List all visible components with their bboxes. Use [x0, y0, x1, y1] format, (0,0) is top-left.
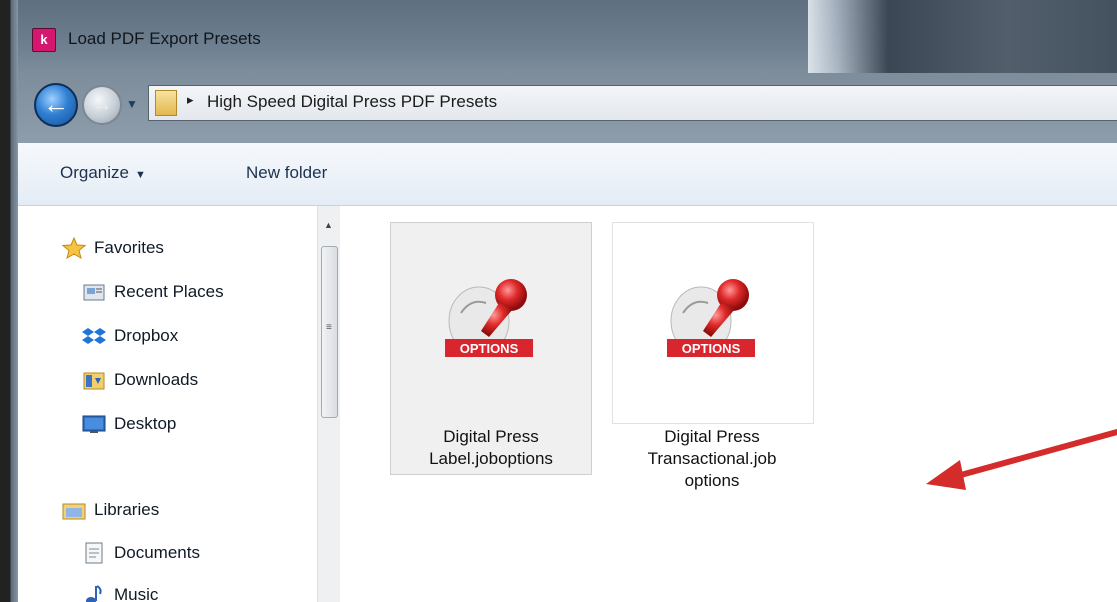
command-toolbar: Organize ▼ New folder	[18, 143, 1117, 206]
title-bar[interactable]: k Load PDF Export Presets	[18, 0, 1117, 160]
navigation-row: ← → ▼ ▸ High Speed Digital Press PDF Pre…	[18, 73, 1117, 143]
dropdown-caret-icon: ▼	[134, 169, 146, 181]
file-thumbnail: OPTIONS	[612, 222, 814, 424]
window-frame-left	[0, 0, 18, 602]
sidebar-group-libraries[interactable]: Libraries	[62, 499, 159, 521]
file-name: Digital Press Label.joboptions	[390, 422, 592, 475]
recent-places-icon	[82, 281, 106, 303]
recent-locations-dropdown[interactable]: ▼	[126, 97, 138, 111]
file-thumbnail: OPTIONS	[390, 222, 592, 424]
sidebar-item-music[interactable]: Music	[82, 584, 158, 602]
sidebar-item-desktop[interactable]: Desktop	[82, 413, 176, 435]
sidebar-item-label: Recent Places	[114, 282, 224, 301]
grip-icon: ≡	[326, 322, 332, 333]
forward-button[interactable]: →	[82, 85, 122, 125]
scroll-up-arrow-icon[interactable]: ▲	[324, 220, 333, 230]
file-item[interactable]: OPTIONS Digital Press Label.joboptions	[390, 222, 592, 492]
navigation-pane: Favorites Recent Places Dropbox Download…	[18, 206, 318, 602]
file-name-line: options	[684, 471, 740, 490]
libraries-label: Libraries	[94, 500, 160, 519]
file-name-line: Transactional.job	[647, 449, 777, 468]
star-icon	[62, 237, 86, 259]
load-pdf-export-presets-dialog: k Load PDF Export Presets ← → ▼ ▸ High S…	[0, 0, 1117, 602]
documents-icon	[82, 542, 106, 564]
annotation-arrow	[926, 429, 1117, 490]
indesign-app-icon: k	[32, 28, 56, 52]
sidebar-item-downloads[interactable]: Downloads	[82, 369, 198, 391]
file-name-line: Label.joboptions	[429, 449, 553, 468]
back-button[interactable]: ←	[34, 83, 78, 127]
sidebar-group-favorites[interactable]: Favorites	[62, 237, 164, 259]
folder-icon	[155, 90, 177, 116]
file-name-line: Digital Press	[443, 427, 539, 446]
sidebar-item-label: Documents	[114, 543, 200, 562]
file-name: Digital Press Transactional.job options	[612, 422, 812, 496]
organize-menu-button[interactable]: Organize ▼	[60, 163, 146, 183]
sidebar-item-label: Dropbox	[114, 326, 179, 345]
joboptions-file-icon: OPTIONS	[445, 279, 533, 357]
desktop-icon	[82, 413, 106, 435]
sidebar-item-label: Downloads	[114, 370, 199, 389]
arrow-right-icon: →	[91, 91, 113, 116]
breadcrumb-separator-icon[interactable]: ▸	[187, 92, 194, 108]
sidebar-item-label: Music	[114, 585, 159, 602]
libraries-folder-icon	[62, 499, 86, 521]
breadcrumb-current-folder[interactable]: High Speed Digital Press PDF Presets	[207, 92, 497, 112]
file-item[interactable]: OPTIONS Digital Press Transactional.job …	[612, 222, 814, 522]
favorites-label: Favorites	[94, 238, 164, 257]
new-folder-button[interactable]: New folder	[246, 163, 327, 183]
sidebar-item-label: Desktop	[114, 414, 177, 433]
joboptions-file-icon: OPTIONS	[667, 279, 755, 357]
window-title: Load PDF Export Presets	[68, 29, 261, 48]
sidebar-item-recent-places[interactable]: Recent Places	[82, 281, 224, 303]
navigation-pane-scrollbar[interactable]: ▲ ≡	[317, 206, 340, 602]
arrow-left-icon: ←	[43, 89, 69, 119]
file-name-line: Digital Press	[664, 427, 760, 446]
downloads-folder-icon	[82, 369, 106, 391]
music-icon	[82, 584, 106, 602]
options-banner-text: OPTIONS	[460, 341, 519, 356]
sidebar-item-documents[interactable]: Documents	[82, 542, 200, 564]
organize-label: Organize	[60, 163, 129, 182]
file-list-pane[interactable]: OPTIONS Digital Press Label.joboptions O…	[340, 206, 1117, 602]
sidebar-item-dropbox[interactable]: Dropbox	[82, 325, 178, 347]
dropbox-icon	[82, 325, 106, 347]
scrollbar-thumb[interactable]: ≡	[321, 246, 338, 418]
options-banner-text: OPTIONS	[682, 341, 741, 356]
address-bar[interactable]: ▸ High Speed Digital Press PDF Presets	[148, 85, 1117, 121]
